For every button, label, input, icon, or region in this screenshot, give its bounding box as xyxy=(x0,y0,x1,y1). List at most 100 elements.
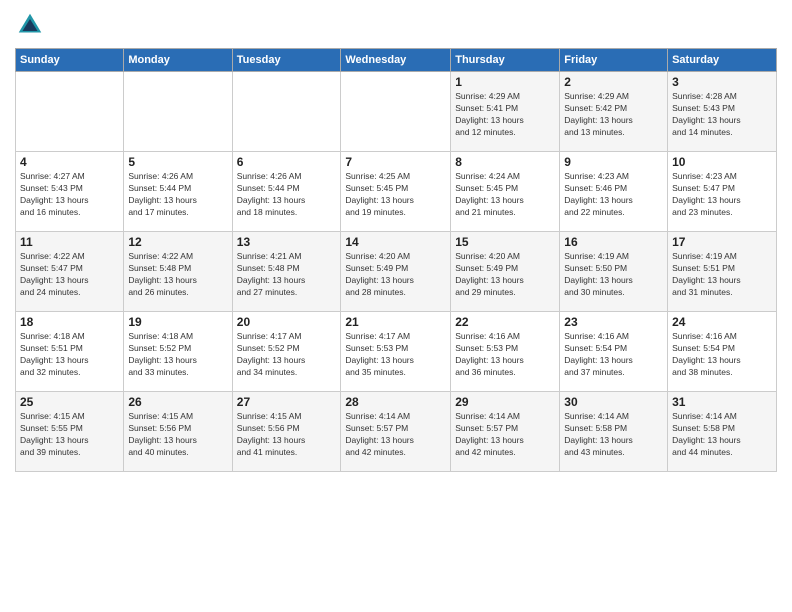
day-cell: 27 Sunrise: 4:15 AM Sunset: 5:56 PM Dayli… xyxy=(232,392,341,472)
weekday-header-tuesday: Tuesday xyxy=(232,49,341,72)
calendar: SundayMondayTuesdayWednesdayThursdayFrid… xyxy=(15,48,777,472)
week-row-4: 18 Sunrise: 4:18 AM Sunset: 5:51 PM Dayli… xyxy=(16,312,777,392)
day-info: Sunrise: 4:14 AM Sunset: 5:57 PM Dayligh… xyxy=(455,411,555,459)
day-cell: 20 Sunrise: 4:17 AM Sunset: 5:52 PM Dayli… xyxy=(232,312,341,392)
weekday-header-friday: Friday xyxy=(560,49,668,72)
weekday-header-sunday: Sunday xyxy=(16,49,124,72)
day-info: Sunrise: 4:21 AM Sunset: 5:48 PM Dayligh… xyxy=(237,251,337,299)
header xyxy=(15,10,777,40)
day-info: Sunrise: 4:22 AM Sunset: 5:48 PM Dayligh… xyxy=(128,251,227,299)
day-cell: 9 Sunrise: 4:23 AM Sunset: 5:46 PM Daylig… xyxy=(560,152,668,232)
weekday-header-thursday: Thursday xyxy=(451,49,560,72)
day-info: Sunrise: 4:16 AM Sunset: 5:54 PM Dayligh… xyxy=(672,331,772,379)
day-cell: 10 Sunrise: 4:23 AM Sunset: 5:47 PM Dayli… xyxy=(668,152,777,232)
day-info: Sunrise: 4:19 AM Sunset: 5:51 PM Dayligh… xyxy=(672,251,772,299)
day-number: 21 xyxy=(345,315,446,329)
day-cell: 4 Sunrise: 4:27 AM Sunset: 5:43 PM Daylig… xyxy=(16,152,124,232)
day-number: 11 xyxy=(20,235,119,249)
day-info: Sunrise: 4:29 AM Sunset: 5:41 PM Dayligh… xyxy=(455,91,555,139)
day-number: 6 xyxy=(237,155,337,169)
day-cell xyxy=(232,72,341,152)
day-number: 14 xyxy=(345,235,446,249)
day-number: 19 xyxy=(128,315,227,329)
logo-icon xyxy=(15,10,45,40)
day-info: Sunrise: 4:20 AM Sunset: 5:49 PM Dayligh… xyxy=(455,251,555,299)
day-number: 22 xyxy=(455,315,555,329)
weekday-header-saturday: Saturday xyxy=(668,49,777,72)
page: SundayMondayTuesdayWednesdayThursdayFrid… xyxy=(0,0,792,612)
day-number: 4 xyxy=(20,155,119,169)
day-info: Sunrise: 4:14 AM Sunset: 5:57 PM Dayligh… xyxy=(345,411,446,459)
day-number: 2 xyxy=(564,75,663,89)
day-cell: 26 Sunrise: 4:15 AM Sunset: 5:56 PM Dayli… xyxy=(124,392,232,472)
day-number: 20 xyxy=(237,315,337,329)
day-number: 30 xyxy=(564,395,663,409)
day-cell: 7 Sunrise: 4:25 AM Sunset: 5:45 PM Daylig… xyxy=(341,152,451,232)
day-info: Sunrise: 4:23 AM Sunset: 5:47 PM Dayligh… xyxy=(672,171,772,219)
day-cell: 13Sunrise: 4:21 AM Sunset: 5:48 PM Dayli… xyxy=(232,232,341,312)
day-cell: 15 Sunrise: 4:20 AM Sunset: 5:49 PM Dayli… xyxy=(451,232,560,312)
weekday-header-monday: Monday xyxy=(124,49,232,72)
day-info: Sunrise: 4:14 AM Sunset: 5:58 PM Dayligh… xyxy=(564,411,663,459)
day-info: Sunrise: 4:16 AM Sunset: 5:54 PM Dayligh… xyxy=(564,331,663,379)
day-cell: 25Sunrise: 4:15 AM Sunset: 5:55 PM Dayli… xyxy=(16,392,124,472)
day-number: 18 xyxy=(20,315,119,329)
day-info: Sunrise: 4:29 AM Sunset: 5:42 PM Dayligh… xyxy=(564,91,663,139)
day-number: 31 xyxy=(672,395,772,409)
day-cell: 18 Sunrise: 4:18 AM Sunset: 5:51 PM Dayli… xyxy=(16,312,124,392)
day-info: Sunrise: 4:22 AM Sunset: 5:47 PM Dayligh… xyxy=(20,251,119,299)
day-cell: 8Sunrise: 4:24 AM Sunset: 5:45 PM Daylig… xyxy=(451,152,560,232)
day-number: 3 xyxy=(672,75,772,89)
logo xyxy=(15,10,49,40)
day-info: Sunrise: 4:17 AM Sunset: 5:53 PM Dayligh… xyxy=(345,331,446,379)
day-number: 16 xyxy=(564,235,663,249)
day-info: Sunrise: 4:15 AM Sunset: 5:55 PM Dayligh… xyxy=(20,411,119,459)
week-row-1: 1Sunrise: 4:29 AM Sunset: 5:41 PM Daylig… xyxy=(16,72,777,152)
day-info: Sunrise: 4:18 AM Sunset: 5:51 PM Dayligh… xyxy=(20,331,119,379)
week-row-3: 11 Sunrise: 4:22 AM Sunset: 5:47 PM Dayli… xyxy=(16,232,777,312)
day-info: Sunrise: 4:27 AM Sunset: 5:43 PM Dayligh… xyxy=(20,171,119,219)
day-number: 24 xyxy=(672,315,772,329)
day-number: 15 xyxy=(455,235,555,249)
day-number: 29 xyxy=(455,395,555,409)
day-cell: 21 Sunrise: 4:17 AM Sunset: 5:53 PM Dayli… xyxy=(341,312,451,392)
day-cell: 28 Sunrise: 4:14 AM Sunset: 5:57 PM Dayli… xyxy=(341,392,451,472)
day-number: 10 xyxy=(672,155,772,169)
day-cell: 5Sunrise: 4:26 AM Sunset: 5:44 PM Daylig… xyxy=(124,152,232,232)
day-cell xyxy=(124,72,232,152)
day-cell: 2 Sunrise: 4:29 AM Sunset: 5:42 PM Daylig… xyxy=(560,72,668,152)
day-info: Sunrise: 4:24 AM Sunset: 5:45 PM Dayligh… xyxy=(455,171,555,219)
day-info: Sunrise: 4:16 AM Sunset: 5:53 PM Dayligh… xyxy=(455,331,555,379)
day-number: 27 xyxy=(237,395,337,409)
day-info: Sunrise: 4:19 AM Sunset: 5:50 PM Dayligh… xyxy=(564,251,663,299)
day-cell: 23 Sunrise: 4:16 AM Sunset: 5:54 PM Dayli… xyxy=(560,312,668,392)
week-row-2: 4 Sunrise: 4:27 AM Sunset: 5:43 PM Daylig… xyxy=(16,152,777,232)
day-cell: 29 Sunrise: 4:14 AM Sunset: 5:57 PM Dayli… xyxy=(451,392,560,472)
day-number: 23 xyxy=(564,315,663,329)
day-cell: 11 Sunrise: 4:22 AM Sunset: 5:47 PM Dayli… xyxy=(16,232,124,312)
day-number: 17 xyxy=(672,235,772,249)
day-cell: 3Sunrise: 4:28 AM Sunset: 5:43 PM Daylig… xyxy=(668,72,777,152)
week-row-5: 25Sunrise: 4:15 AM Sunset: 5:55 PM Dayli… xyxy=(16,392,777,472)
day-info: Sunrise: 4:15 AM Sunset: 5:56 PM Dayligh… xyxy=(128,411,227,459)
day-cell: 22 Sunrise: 4:16 AM Sunset: 5:53 PM Dayli… xyxy=(451,312,560,392)
day-cell: 31Sunrise: 4:14 AM Sunset: 5:58 PM Dayli… xyxy=(668,392,777,472)
day-info: Sunrise: 4:17 AM Sunset: 5:52 PM Dayligh… xyxy=(237,331,337,379)
day-number: 28 xyxy=(345,395,446,409)
day-cell: 19 Sunrise: 4:18 AM Sunset: 5:52 PM Dayli… xyxy=(124,312,232,392)
day-cell: 12Sunrise: 4:22 AM Sunset: 5:48 PM Dayli… xyxy=(124,232,232,312)
day-cell: 1Sunrise: 4:29 AM Sunset: 5:41 PM Daylig… xyxy=(451,72,560,152)
day-cell: 16 Sunrise: 4:19 AM Sunset: 5:50 PM Dayli… xyxy=(560,232,668,312)
day-info: Sunrise: 4:23 AM Sunset: 5:46 PM Dayligh… xyxy=(564,171,663,219)
day-cell: 17 Sunrise: 4:19 AM Sunset: 5:51 PM Dayli… xyxy=(668,232,777,312)
day-cell xyxy=(341,72,451,152)
day-number: 26 xyxy=(128,395,227,409)
day-cell: 14Sunrise: 4:20 AM Sunset: 5:49 PM Dayli… xyxy=(341,232,451,312)
day-number: 5 xyxy=(128,155,227,169)
day-info: Sunrise: 4:18 AM Sunset: 5:52 PM Dayligh… xyxy=(128,331,227,379)
day-info: Sunrise: 4:26 AM Sunset: 5:44 PM Dayligh… xyxy=(237,171,337,219)
day-number: 7 xyxy=(345,155,446,169)
day-number: 9 xyxy=(564,155,663,169)
day-info: Sunrise: 4:25 AM Sunset: 5:45 PM Dayligh… xyxy=(345,171,446,219)
day-info: Sunrise: 4:15 AM Sunset: 5:56 PM Dayligh… xyxy=(237,411,337,459)
